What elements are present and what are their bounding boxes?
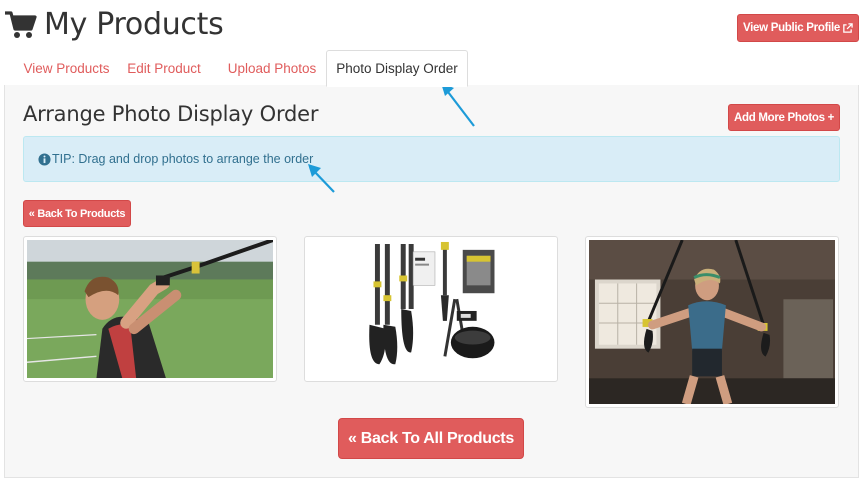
back-to-all-products-button[interactable]: « Back To All Products	[338, 418, 524, 459]
page-title: My Products	[44, 6, 224, 42]
view-public-profile-button[interactable]: View Public Profile	[737, 14, 859, 42]
external-link-icon	[843, 22, 853, 33]
product-photo-3[interactable]	[585, 236, 839, 408]
shopping-cart-icon	[5, 11, 37, 38]
view-public-profile-label: View Public Profile	[743, 22, 840, 34]
tab-bar: View Products Edit Product Upload Photos…	[4, 50, 859, 87]
product-photo-1[interactable]	[23, 236, 277, 382]
tab-view-products[interactable]: View Products	[8, 50, 125, 86]
add-more-photos-button[interactable]: Add More Photos +	[728, 104, 840, 131]
athlete-field-photo	[27, 240, 273, 378]
tab-edit-product[interactable]: Edit Product	[125, 50, 203, 86]
tab-label: Upload Photos	[227, 60, 317, 76]
tab-label: Edit Product	[127, 60, 201, 76]
tip-text: TIP: Drag and drop photos to arrange the…	[52, 152, 314, 166]
product-photo-2[interactable]	[304, 236, 558, 382]
info-circle-icon	[38, 152, 51, 166]
section-title: Arrange Photo Display Order	[23, 102, 319, 126]
product-kit-photo	[308, 240, 554, 378]
page-header: My Products	[4, 4, 224, 44]
back-to-products-button[interactable]: « Back To Products	[23, 200, 131, 227]
tab-photo-display-order[interactable]: Photo Display Order	[326, 50, 468, 87]
tab-upload-photos[interactable]: Upload Photos	[219, 50, 325, 86]
tab-label: View Products	[23, 60, 110, 76]
gym-workout-photo	[589, 240, 835, 404]
tip-alert: TIP: Drag and drop photos to arrange the…	[23, 136, 840, 182]
tab-label: Photo Display Order	[336, 61, 458, 76]
